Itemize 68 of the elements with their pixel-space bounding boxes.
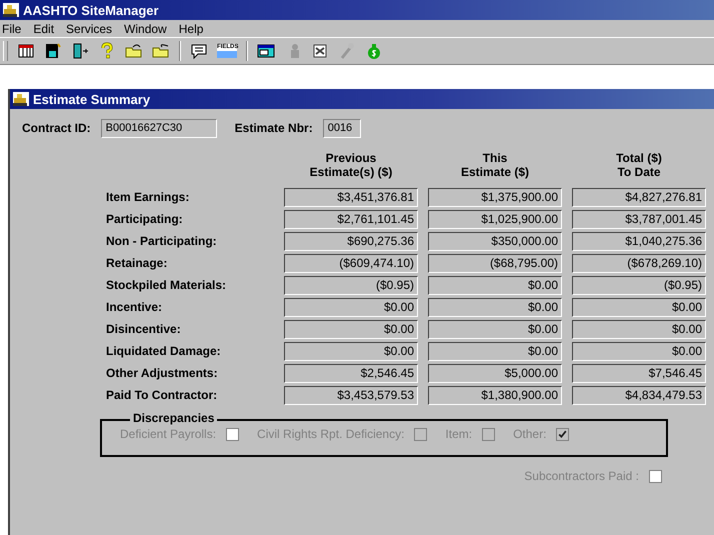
amount-field: $5,000.00 <box>428 364 562 383</box>
amount-field: $1,040,275.36 <box>572 232 706 251</box>
checkbox-label: Deficient Payrolls: <box>120 427 216 441</box>
amount-field: $7,546.45 <box>572 364 706 383</box>
row-label: Participating: <box>106 211 184 228</box>
amount-field: $0.00 <box>572 320 706 339</box>
menu-item[interactable]: File <box>2 22 22 36</box>
folder-icon[interactable] <box>125 42 143 60</box>
amount-field: $1,380,900.00 <box>428 386 562 405</box>
column-header: Previous Estimate(s) ($) <box>308 151 394 179</box>
amount-field: ($0.95) <box>572 276 706 295</box>
amount-field: $0.00 <box>284 320 418 339</box>
amount-field: $0.00 <box>428 342 562 361</box>
amount-field: $0.00 <box>428 298 562 317</box>
amount-field: $3,453,579.53 <box>284 386 418 405</box>
amount-field: $0.00 <box>284 342 418 361</box>
row-label: Non - Participating: <box>106 233 218 250</box>
amount-field: $4,834,479.53 <box>572 386 706 405</box>
menu-item[interactable]: Services <box>66 22 112 36</box>
row-label: Disincentive: <box>106 321 182 338</box>
window-icon[interactable] <box>257 42 275 60</box>
amount-field: $1,025,900.00 <box>428 210 562 229</box>
amount-field: $2,546.45 <box>284 364 418 383</box>
grid-icon[interactable] <box>17 42 35 60</box>
row-label: Stockpiled Materials: <box>106 277 228 294</box>
amount-field: ($0.95) <box>284 276 418 295</box>
amount-field: $1,375,900.00 <box>428 188 562 207</box>
menu-item[interactable]: Help <box>178 22 204 36</box>
column-header: Total ($) To Date <box>615 151 663 179</box>
checkbox-label: Item: <box>445 427 472 441</box>
checkbox-label: Civil Rights Rpt. Deficiency: <box>257 427 404 441</box>
amount-field: $0.00 <box>428 320 562 339</box>
group-title: Discrepancies <box>130 411 218 425</box>
checkbox-label: Subcontractors Paid : <box>524 469 639 483</box>
speech-bubble-icon[interactable] <box>190 42 208 60</box>
folder-icon[interactable] <box>152 42 170 60</box>
checkbox-label: Other: <box>513 427 546 441</box>
menu-item[interactable]: Edit <box>33 22 54 36</box>
menu-item[interactable]: Window <box>124 22 167 36</box>
amount-field: $3,787,001.45 <box>572 210 706 229</box>
amount-field: ($609,474.10) <box>284 254 418 273</box>
amount-field: $2,761,101.45 <box>284 210 418 229</box>
amount-field: $0.00 <box>572 342 706 361</box>
field-label: Contract ID: <box>22 121 91 135</box>
row-label: Item Earnings: <box>106 189 190 206</box>
contract-id-field[interactable]: B00016627C30 <box>100 118 217 138</box>
amount-field: $0.00 <box>572 298 706 317</box>
row-label: Liquidated Damage: <box>106 343 222 360</box>
amount-field: ($678,269.10) <box>572 254 706 273</box>
amount-field: $0.00 <box>284 298 418 317</box>
row-label: Paid To Contractor: <box>106 387 218 404</box>
row-label: Retainage: <box>106 255 168 272</box>
amount-field: $4,827,276.81 <box>572 188 706 207</box>
row-label: Other Adjustments: <box>106 365 219 382</box>
field-label: Estimate Nbr: <box>234 121 313 135</box>
money-bag-icon[interactable] <box>365 42 383 60</box>
column-header: This Estimate ($) <box>460 151 530 179</box>
door-icon[interactable] <box>71 42 89 60</box>
estimate-number-field[interactable]: 0016 <box>322 118 361 138</box>
amount-field: $690,275.36 <box>284 232 418 251</box>
amount-field: $0.00 <box>428 276 562 295</box>
amount-field: ($68,795.00) <box>428 254 562 273</box>
row-label: Incentive: <box>106 299 164 316</box>
amount-field: $350,000.00 <box>428 232 562 251</box>
disk-icon[interactable] <box>44 42 62 60</box>
window-title: AASHTO SiteManager <box>23 2 159 18</box>
amount-field: $3,451,376.81 <box>284 188 418 207</box>
child-window-title: Estimate Summary <box>33 92 150 106</box>
